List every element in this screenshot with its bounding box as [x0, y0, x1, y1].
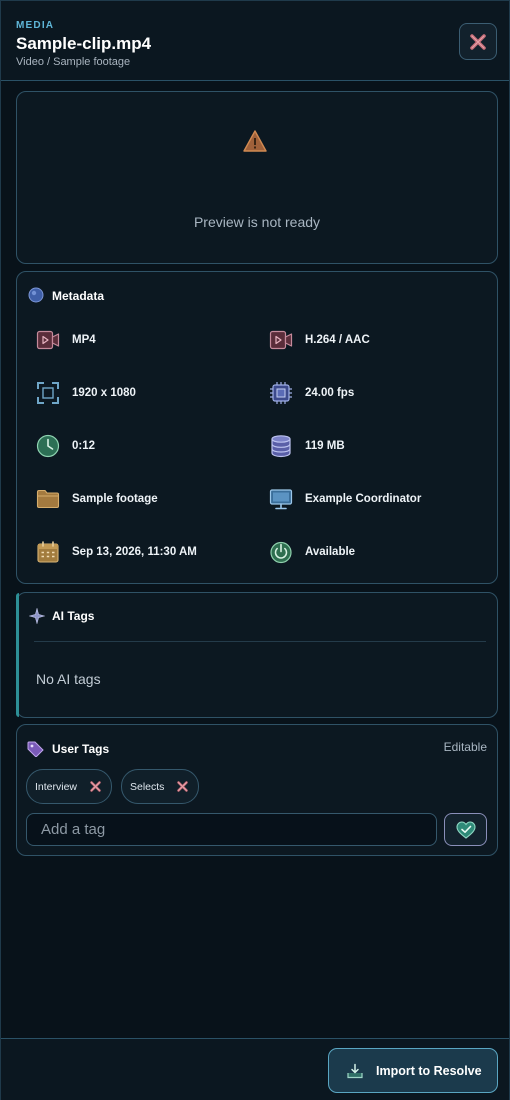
ai-tags-title: AI Tags [52, 609, 95, 623]
user-tags-title: User Tags [52, 742, 110, 756]
tag-chip-label: Interview [35, 780, 78, 793]
media-inspector-panel: MEDIA Sample-clip.mp4 Video / Sample foo… [0, 0, 510, 1100]
meta-date-value: Sep 13, 2026, 11:30 AM [72, 546, 197, 558]
import-to-resolve-button[interactable]: Import to Resolve [328, 1048, 498, 1093]
panel-footer: Import to Resolve [1, 1038, 509, 1100]
meta-codec: H.264 / AAC [269, 328, 370, 352]
meta-framerate-value: 24.00 fps [305, 387, 355, 399]
meta-folder-value: Sample footage [72, 493, 158, 505]
meta-folder: Sample footage [36, 487, 158, 511]
video-file-icon [269, 330, 293, 350]
calendar-icon [37, 541, 59, 563]
tag-chip-label: Selects [130, 780, 165, 793]
import-tray-icon [347, 1063, 363, 1078]
power-icon [270, 541, 292, 564]
preview-status: Preview is not ready [193, 214, 321, 230]
globe-icon [28, 287, 44, 303]
tag-chip-interview[interactable]: Interview [26, 769, 113, 804]
metadata-card: Metadata MP4 H.264 / AAC 1920 x 1080 24.… [16, 271, 498, 584]
meta-format: MP4 [36, 328, 96, 352]
import-button-label: Import to Resolve [376, 1063, 482, 1078]
ai-tags-card: AI Tags No AI tags [16, 592, 498, 718]
remove-icon[interactable] [89, 780, 102, 793]
meta-duration-value: 0:12 [72, 440, 96, 452]
meta-resolution: 1920 x 1080 [36, 381, 136, 405]
metadata-title: Metadata [52, 289, 105, 303]
meta-filesize: 119 MB [269, 434, 345, 458]
monitor-icon [269, 489, 293, 510]
folder-icon [36, 489, 60, 509]
close-icon [470, 33, 486, 50]
clock-icon [36, 434, 60, 458]
add-tag-input[interactable] [26, 813, 437, 846]
preview-card: Preview is not ready [16, 91, 498, 264]
meta-framerate: 24.00 fps [269, 381, 354, 405]
media-subtitle: Video / Sample footage [16, 56, 131, 68]
close-button[interactable] [459, 23, 497, 60]
meta-format-value: MP4 [72, 334, 96, 346]
ai-tags-empty-text: No AI tags [36, 671, 101, 687]
tag-icon [27, 741, 44, 757]
remove-icon[interactable] [176, 780, 189, 793]
user-tags-card: User Tags Editable Interview Selects [16, 724, 498, 856]
meta-owner: Example Coordinator [269, 487, 421, 511]
panel-header: MEDIA Sample-clip.mp4 Video / Sample foo… [1, 1, 509, 81]
meta-owner-value: Example Coordinator [305, 493, 422, 505]
editable-label: Editable [443, 740, 487, 754]
resolution-frame-icon [37, 382, 59, 404]
media-title: Sample-clip.mp4 [16, 34, 152, 53]
tag-chip-selects[interactable]: Selects [121, 769, 200, 804]
meta-resolution-value: 1920 x 1080 [72, 387, 136, 399]
media-eyebrow: MEDIA [16, 20, 55, 31]
ai-tags-accent-bar [16, 593, 19, 717]
heart-add-icon [455, 820, 476, 839]
add-tag-button[interactable] [444, 813, 487, 846]
meta-status-value: Available [305, 546, 356, 558]
meta-codec-value: H.264 / AAC [305, 334, 370, 346]
cpu-chip-icon [270, 382, 292, 404]
ai-tags-divider [34, 641, 486, 642]
video-file-icon [36, 330, 60, 350]
meta-filesize-value: 119 MB [305, 440, 345, 452]
database-icon [271, 435, 291, 458]
meta-status: Available [269, 540, 355, 564]
meta-duration: 0:12 [36, 434, 95, 458]
warning-icon [243, 130, 267, 152]
sparkle-icon [29, 608, 45, 624]
meta-date: Sep 13, 2026, 11:30 AM [36, 540, 197, 564]
